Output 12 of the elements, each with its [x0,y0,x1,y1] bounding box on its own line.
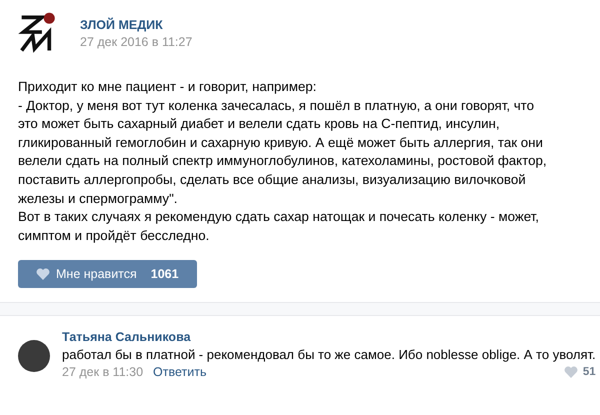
post-date[interactable]: 27 дек 2016 в 11:27 [80,34,192,48]
like-count[interactable]: 51 [582,366,596,378]
like-button[interactable]: Мне нравится 1061 [18,260,197,288]
comment-text: работал бы в платной - рекомендовал бы то же самое. Ибо noblesse oblige. А то уволят. [62,347,596,362]
avatar [18,340,50,372]
author-name[interactable]: ЗЛОЙ МЕДИК [80,18,192,32]
heart-icon [564,366,578,378]
comment-date[interactable]: 27 дек в 11:30 [62,365,144,379]
post-text: Приходит ко мне пациент - и говорит, например: - Доктор, у меня вот тут коленка зачесалась, я пошёл в платную, а они говорят, что это может быть сахарный диабет и велели сдать кровь на С-пептид, инсулин, гликированный гемоглобин и сахарную кривую. А ещё может быть аллергия, так они велели сдать на полный спектр иммуноглобулинов, катехоламины, ростовой фактор, поставить аллергопробы, сделать все общие анализы, визуализацию вилочковой железы и спермограмму". Вот в таких случаях я рекомендую сдать сахар натощак и почесать коленку - может, симптом и пройдёт бесследно. [18,78,548,245]
heart-icon [36,268,50,280]
reply-link[interactable]: Ответить [153,365,206,379]
commenter-name[interactable]: Татьяна Сальникова [62,330,596,344]
